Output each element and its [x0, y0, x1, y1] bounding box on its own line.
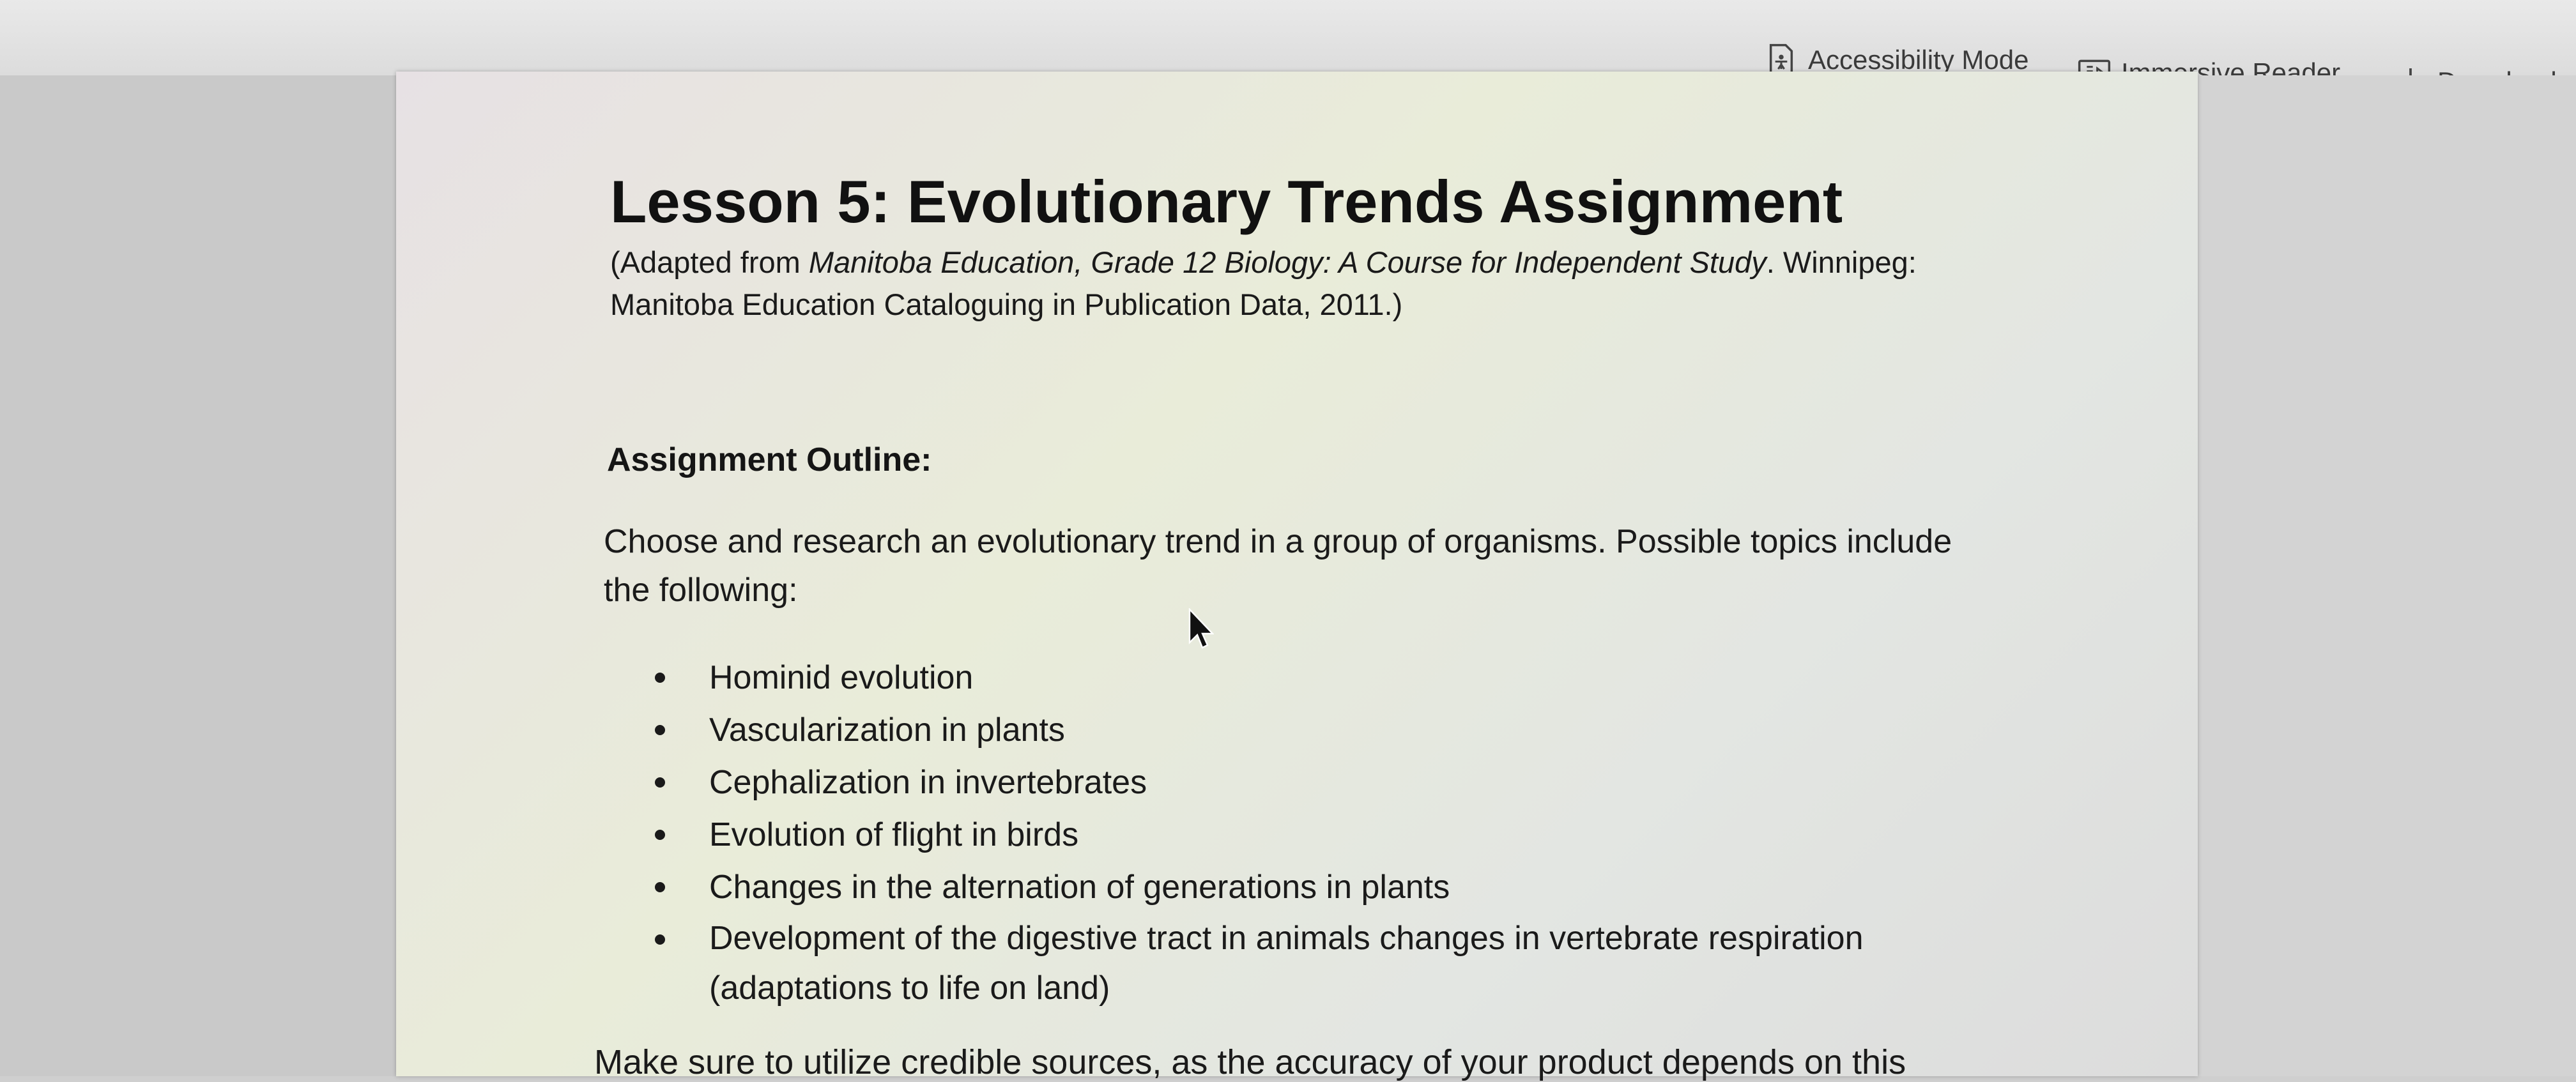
list-item: Development of the digestive tract in an…: [655, 913, 1933, 1013]
list-item: Cephalization in invertebrates: [655, 756, 1933, 809]
mouse-pointer-icon: [1188, 608, 1214, 649]
page-title: Lesson 5: Evolutionary Trends Assignment: [610, 168, 1843, 235]
outline-heading: Assignment Outline:: [607, 441, 932, 478]
accessibility-mode-label: Accessibility Mode: [1808, 45, 2029, 75]
intro-paragraph: Choose and research an evolutionary tren…: [604, 523, 1952, 609]
document-toolbar: Accessibility Mode Immersive Reader Down…: [0, 0, 2576, 96]
topic-list: Hominid evolution Vascularization in pla…: [655, 651, 1933, 1013]
source-citation: (Adapted from Manitoba Education, Grade …: [610, 241, 1952, 326]
list-item: Hominid evolution: [655, 651, 1933, 704]
left-margin-area: [0, 75, 406, 1076]
list-item: Changes in the alternation of generation…: [655, 861, 1933, 913]
list-item: Evolution of flight in birds: [655, 809, 1933, 861]
list-item: Vascularization in plants: [655, 704, 1933, 756]
citation-source: Manitoba Education, Grade 12 Biology: A …: [808, 245, 1767, 279]
right-margin-area: [2198, 75, 2576, 1076]
citation-prefix: (Adapted from: [610, 245, 809, 279]
